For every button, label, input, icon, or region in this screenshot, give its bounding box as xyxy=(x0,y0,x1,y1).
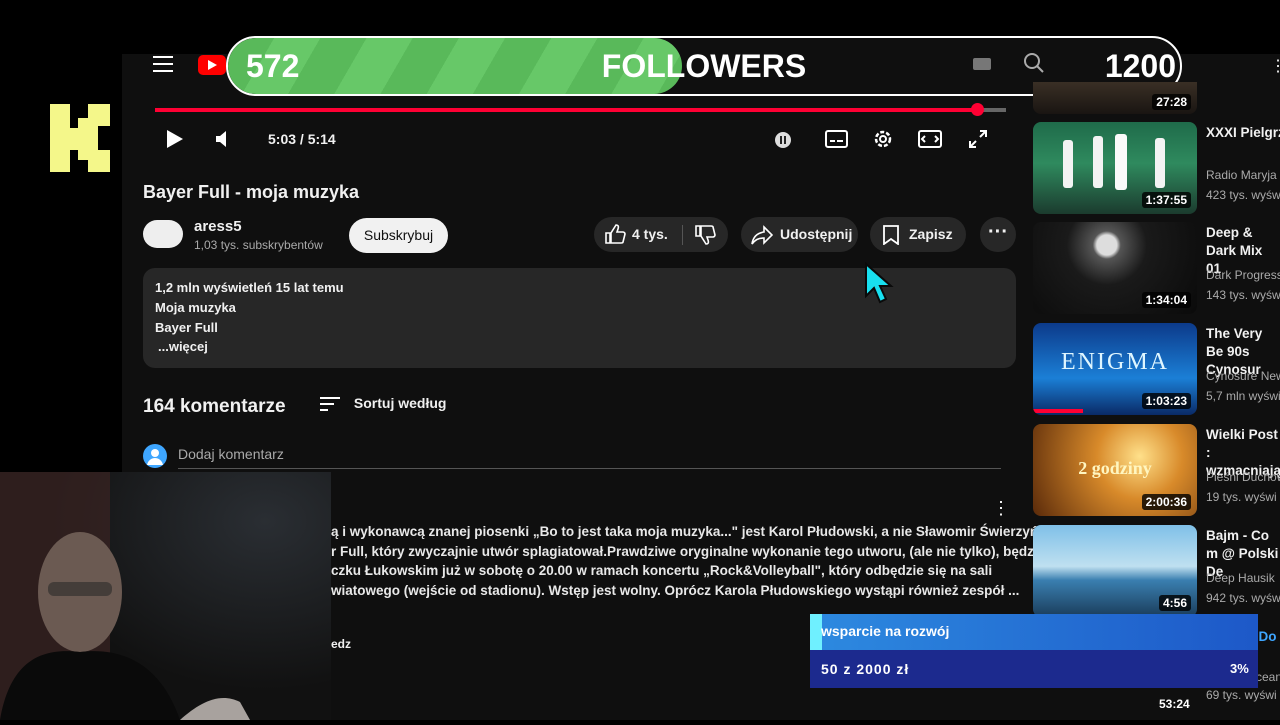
webcam-overlay xyxy=(0,472,331,720)
video-duration: 27:28 xyxy=(1152,94,1191,110)
video-channel: Cynosure New xyxy=(1206,369,1280,383)
video-time: 5:03 / 5:14 xyxy=(268,131,336,147)
video-thumbnail[interactable]: 4:56 xyxy=(1033,525,1197,617)
video-views: 942 tys. wyświ xyxy=(1206,591,1280,605)
volume-icon[interactable] xyxy=(214,129,234,149)
video-duration: 4:56 xyxy=(1158,595,1191,611)
settings-gear-icon[interactable] xyxy=(872,128,894,150)
description-line: Bayer Full xyxy=(155,320,218,335)
like-count[interactable]: 4 tys. xyxy=(632,217,668,252)
video-channel: Deep Hausik xyxy=(1206,571,1275,585)
bookmark-icon xyxy=(883,225,899,245)
video-thumbnail[interactable]: 1:34:04 xyxy=(1033,222,1197,314)
user-avatar xyxy=(143,444,167,468)
recommended-video[interactable]: 1:37:55 XXXI Pielgrz Jasną Górę: Radio M… xyxy=(1033,122,1280,214)
recommended-video[interactable]: 1:34:04 Deep & Dark Mix 01 Dark Progress… xyxy=(1033,222,1280,314)
more-horiz-icon: ··· xyxy=(988,221,1008,243)
sort-label: Sortuj według xyxy=(353,395,447,411)
comment-input-underline xyxy=(178,468,1001,469)
followers-label: FOLLOWERS xyxy=(601,48,807,84)
video-thumbnail[interactable]: 2 godziny 2:00:36 xyxy=(1033,424,1197,516)
autoplay-toggle-icon[interactable] xyxy=(774,131,792,149)
video-thumbnail[interactable]: 1:37:55 xyxy=(1033,122,1197,214)
description-stats: 1,2 mln wyświetleń 15 lat temu xyxy=(155,280,344,295)
save-button[interactable]: Zapisz xyxy=(870,217,966,252)
user-icon xyxy=(147,449,163,465)
video-duration: 1:03:23 xyxy=(1141,393,1191,409)
channel-name[interactable]: aress5 xyxy=(194,218,242,235)
description-line: Moja muzyka xyxy=(155,300,236,315)
recommended-video[interactable]: 2 godziny 2:00:36 Wielki Post : wzmacnia… xyxy=(1033,424,1280,516)
thumbnail-text: 2 godziny xyxy=(1078,458,1152,478)
menu-icon[interactable] xyxy=(153,56,173,72)
comment-line: czku Łukowskim już w sobotę o 20.00 w ra… xyxy=(331,563,993,578)
video-duration: 53:24 xyxy=(1159,697,1190,711)
channel-avatar[interactable] xyxy=(143,220,183,248)
fullscreen-icon[interactable] xyxy=(968,129,988,149)
recommended-video[interactable]: 27:28 xyxy=(1033,82,1280,114)
more-actions-button[interactable]: ··· xyxy=(980,217,1016,252)
webcam-person-image xyxy=(0,472,250,720)
channel-logo-k xyxy=(50,104,110,172)
donation-amount: 50 z 2000 zł xyxy=(821,661,910,677)
video-thumbnail[interactable]: 27:28 xyxy=(1033,82,1197,114)
play-icon[interactable] xyxy=(167,130,183,148)
video-progress-played[interactable] xyxy=(155,108,980,112)
like-dislike-group: 4 tys. xyxy=(594,217,728,252)
thumbs-down-icon[interactable] xyxy=(694,225,716,245)
more-vert-icon[interactable]: ⋮ xyxy=(1270,56,1280,76)
donation-percent: 3% xyxy=(1230,661,1249,676)
reply-link[interactable]: edz xyxy=(331,637,351,651)
sort-comments-button[interactable]: Sortuj według xyxy=(320,395,446,413)
comment-line: r Full, który zwyczajnie utwór splagiato… xyxy=(331,543,1046,559)
comment-text: ą i wykonawcą znanej piosenki „Bo to jes… xyxy=(331,522,1057,600)
donation-label: wsparcie na rozwój xyxy=(821,623,950,639)
description-more-link[interactable]: ...więcej xyxy=(158,339,208,354)
sort-icon xyxy=(320,397,340,412)
video-views: 423 tys. wyświ xyxy=(1206,188,1280,202)
video-scrubber-handle[interactable] xyxy=(971,103,984,116)
video-views: 19 tys. wyświ xyxy=(1206,490,1277,504)
video-title: Bayer Full - moja muzyka xyxy=(143,182,360,202)
followers-goal: 1200 xyxy=(1104,48,1176,84)
subscribe-button[interactable]: Subskrybuj xyxy=(349,218,448,253)
video-duration: 2:00:36 xyxy=(1141,494,1191,510)
video-views: 143 tys. wyświ xyxy=(1206,288,1280,302)
theater-mode-icon[interactable] xyxy=(918,130,942,148)
recommended-video[interactable]: 4:56 Bajm - Co m @ Polski De Deep Hausik… xyxy=(1033,525,1280,617)
share-button[interactable]: Udostępnij xyxy=(741,217,858,252)
video-title: XXXI Pielgrz Jasną Górę: xyxy=(1206,125,1280,140)
comment-line: ą i wykonawcą znanej piosenki „Bo to jes… xyxy=(331,524,1057,539)
video-duration: 1:34:04 xyxy=(1141,292,1191,308)
share-label: Udostępnij xyxy=(780,226,853,242)
video-duration: 1:37:55 xyxy=(1141,192,1191,208)
recommended-video[interactable]: ENIGMA 1:03:23 The Very Be 90s Cynosur C… xyxy=(1033,323,1280,415)
channel-subscribers: 1,03 tys. subskrybentów xyxy=(194,238,323,252)
video-views: 69 tys. wyświ xyxy=(1206,688,1277,702)
video-channel: Pieśni Duchow xyxy=(1206,470,1280,484)
comments-count: 164 komentarze xyxy=(143,396,286,417)
subtitles-icon[interactable] xyxy=(825,130,848,148)
video-channel: Radio Maryja xyxy=(1206,168,1277,182)
save-label: Zapisz xyxy=(909,226,953,242)
comment-line: wiatowego (wejście od stadionu). Wstęp j… xyxy=(331,582,1020,598)
mouse-cursor-icon xyxy=(865,262,894,304)
thumbs-up-icon[interactable] xyxy=(604,224,626,244)
like-divider xyxy=(682,225,683,245)
youtube-logo-icon[interactable] xyxy=(198,55,226,75)
video-channel: Dark Progress xyxy=(1206,268,1280,282)
add-comment-input[interactable]: Dodaj komentarz xyxy=(178,446,284,462)
video-views: 5,7 mln wyświ xyxy=(1206,389,1280,403)
video-thumbnail[interactable]: ENIGMA 1:03:23 xyxy=(1033,323,1197,415)
share-icon xyxy=(751,225,773,245)
thumbnail-text: ENIGMA xyxy=(1061,349,1169,375)
comment-more-vert-icon[interactable]: ⋮ xyxy=(992,498,1010,519)
